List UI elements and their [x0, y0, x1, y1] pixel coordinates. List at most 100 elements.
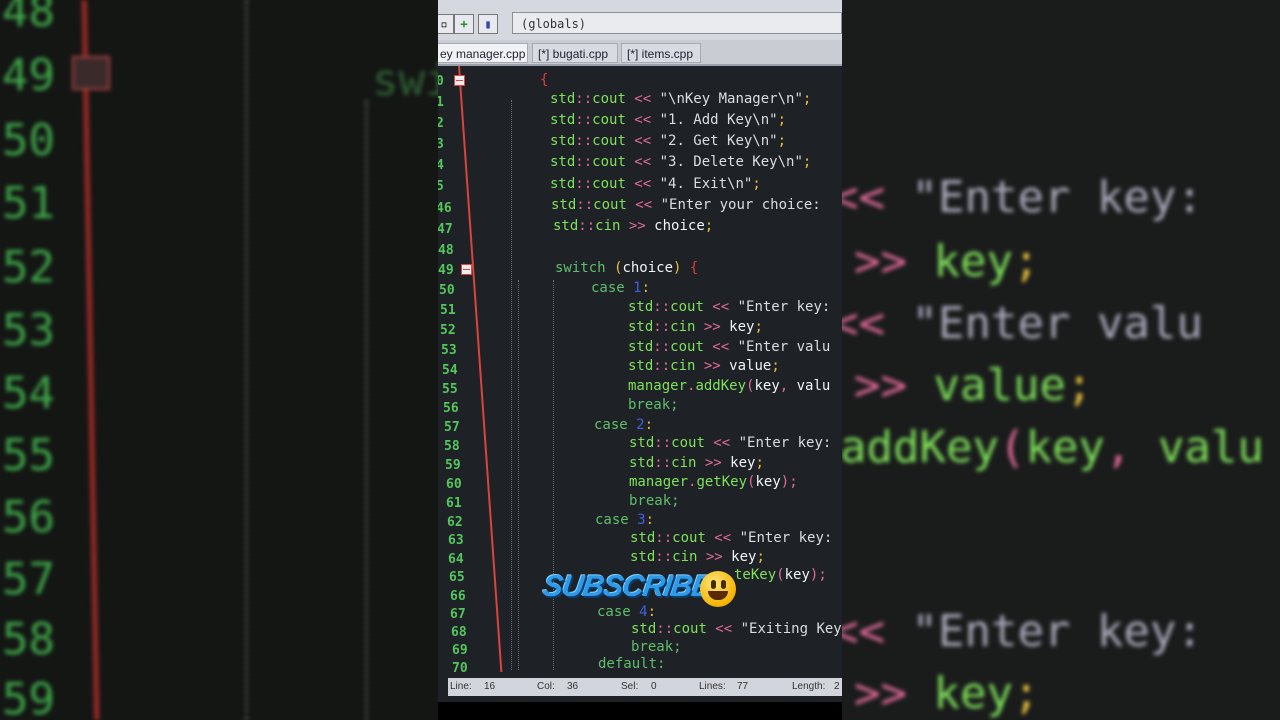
bg-line-number: 48 — [2, 0, 55, 37]
line-number: 53 — [441, 343, 457, 358]
bg-code-row: >> key; — [854, 236, 1040, 287]
bg-line-number: 54 — [2, 368, 55, 419]
bg-indent-guide — [365, 100, 368, 720]
code-line[interactable]: std::cout << "Enter valu — [628, 339, 830, 355]
line-number: 68 — [451, 625, 467, 640]
bookmark-icon[interactable]: ▮ — [478, 14, 498, 34]
bg-line-number: 52 — [2, 242, 55, 293]
bg-line-number: 49 — [2, 50, 55, 101]
line-number: 57 — [444, 420, 460, 435]
line-number: 63 — [448, 533, 464, 548]
tab-key-manager[interactable]: ey manager.cpp — [438, 43, 528, 63]
code-line[interactable]: std::cin >> choice; — [553, 218, 713, 234]
bg-line-number: 57 — [2, 554, 55, 605]
code-line[interactable]: case 2: — [594, 417, 653, 433]
code-line[interactable]: case 1: — [591, 280, 650, 296]
code-line[interactable]: std::cout << "2. Get Key\n"; — [550, 133, 786, 149]
code-line[interactable]: std::cout << "Enter key: — [630, 530, 832, 546]
line-number: 0 — [438, 74, 444, 89]
code-line[interactable]: { — [540, 72, 548, 88]
line-number: 4 — [438, 158, 444, 173]
bg-indent-guide — [245, 0, 248, 720]
add-icon[interactable]: + — [454, 14, 474, 34]
code-line[interactable]: std::cin >> key; — [630, 549, 765, 565]
code-line[interactable]: switch (choice) { — [555, 260, 698, 276]
line-number: 5 — [438, 179, 444, 194]
code-line[interactable]: std::cout << "Enter your choice: — [551, 197, 821, 213]
status-sel-label: Sel: — [621, 681, 639, 692]
code-line[interactable]: std::cout << "3. Delete Key\n"; — [550, 154, 811, 170]
line-number: 2 — [438, 116, 444, 131]
line-number: 1 — [438, 95, 444, 110]
code-line[interactable]: std::cout << "\nKey Manager\n"; — [550, 91, 811, 107]
tab-items[interactable]: [*] items.cpp — [621, 43, 701, 63]
bg-line-number: 58 — [2, 614, 55, 665]
code-line[interactable]: std::cout << "1. Add Key\n"; — [550, 112, 786, 128]
tab-bugati[interactable]: [*] bugati.cpp — [532, 43, 618, 63]
file-tabs: ey manager.cpp [*] bugati.cpp [*] items.… — [438, 40, 842, 66]
code-line[interactable]: std::cout << "4. Exit\n"; — [550, 176, 761, 192]
indent-guide — [553, 280, 554, 670]
status-line-value: 16 — [484, 681, 496, 692]
status-lines-label: Lines: — [699, 681, 726, 692]
background-left-blurred: 48 49 50 51 52 53 54 55 56 57 58 59 swi — [0, 0, 438, 720]
code-line[interactable]: std::cin >> value; — [628, 358, 780, 374]
status-col-value: 36 — [567, 681, 579, 692]
code-line[interactable]: manager.addKey(key, valu — [628, 378, 830, 394]
code-line[interactable]: std::cout << "Enter key: — [629, 435, 831, 451]
fold-toggle-icon[interactable] — [461, 264, 472, 275]
line-number: 51 — [440, 303, 456, 318]
indent-guide — [511, 100, 512, 670]
line-number: 50 — [439, 283, 455, 298]
line-number: 46 — [438, 201, 452, 216]
line-number: 58 — [444, 439, 460, 454]
line-number: 55 — [442, 382, 458, 397]
status-lines-value: 77 — [737, 681, 749, 692]
line-number: 59 — [445, 458, 461, 473]
indent-guide — [518, 280, 519, 670]
bg-code-fragment: swi — [372, 55, 438, 106]
status-sel-value: 0 — [651, 681, 657, 692]
status-line-label: Line: — [450, 681, 472, 692]
line-number: 69 — [452, 643, 468, 658]
fold-toggle-icon[interactable] — [454, 75, 465, 86]
code-line[interactable]: manager.getKey(key); — [629, 474, 798, 490]
line-number: 49 — [438, 263, 454, 278]
bg-line-number: 55 — [2, 430, 55, 481]
code-line[interactable]: case 3: — [595, 512, 654, 528]
code-line[interactable]: std::cin >> key; — [629, 455, 764, 471]
status-length-label: Length: — [792, 681, 826, 692]
scope-selector[interactable]: (globals) — [512, 12, 842, 34]
code-line[interactable]: std::cout << "Enter key: — [628, 299, 830, 315]
code-line[interactable]: case 4: — [597, 604, 656, 620]
line-number: 62 — [447, 515, 463, 530]
smiley-emoji-icon — [700, 571, 736, 607]
line-number: 61 — [446, 496, 462, 511]
code-line[interactable]: std::cin >> key; — [628, 319, 763, 335]
bg-code-row: addKey(key, valu — [842, 422, 1264, 473]
line-number: 48 — [438, 243, 454, 258]
code-line[interactable]: break; — [628, 397, 679, 413]
bg-line-number: 51 — [2, 178, 55, 229]
line-number: 52 — [440, 323, 456, 338]
bg-line-number: 56 — [2, 492, 55, 543]
gutter-margin-line — [458, 66, 503, 672]
code-line[interactable]: break; — [631, 639, 682, 655]
bg-code-row: << "Enter valu — [842, 298, 1203, 349]
subscribe-banner[interactable]: SUBSCRIBE — [541, 570, 713, 604]
bg-fold-marker — [72, 56, 110, 90]
background-right-blurred: << "Enter key: >> key; << "Enter valu >>… — [842, 0, 1280, 720]
line-number: 54 — [442, 363, 458, 378]
toolbar-toggle-icon[interactable]: ▫ — [438, 14, 454, 34]
code-line[interactable]: default: — [598, 656, 665, 672]
line-number: 67 — [450, 607, 466, 622]
line-number: 70 — [452, 661, 468, 676]
code-line[interactable]: teKey(key); — [734, 567, 827, 583]
status-col-label: Col: — [537, 681, 555, 692]
code-line[interactable]: break; — [629, 493, 680, 509]
bg-gutter-line — [81, 0, 100, 720]
line-number: 60 — [446, 477, 462, 492]
code-line[interactable]: std::cout << "Exiting Key — [631, 621, 842, 637]
line-number: 47 — [438, 222, 453, 237]
line-number: 56 — [443, 401, 459, 416]
